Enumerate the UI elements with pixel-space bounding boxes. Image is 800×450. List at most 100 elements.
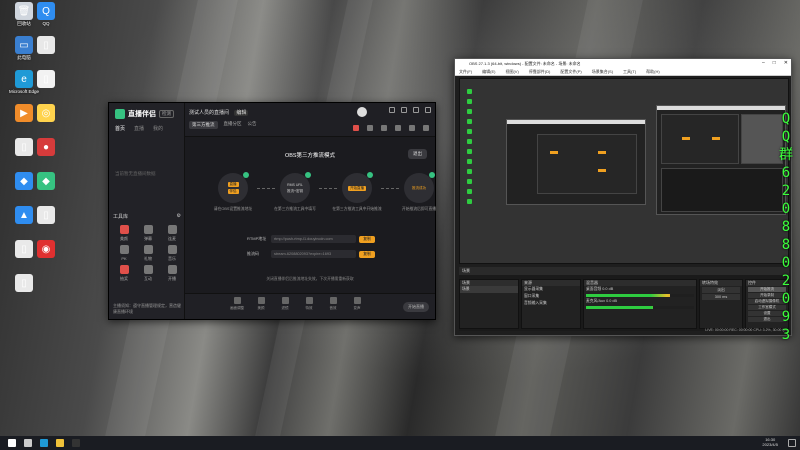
bottom-tool-label: 滤镜 — [281, 306, 289, 310]
menu-item[interactable]: 工具(T) — [623, 68, 636, 75]
obs-preview[interactable] — [459, 78, 789, 264]
taskbar-files-icon[interactable] — [56, 439, 64, 447]
desktop-icon[interactable]: ▯ — [24, 36, 68, 70]
bottom-tool-button[interactable]: 滤镜 — [275, 297, 295, 311]
obs-status-bar: LIVE: 00:00:00 REC: 00:00:00 CPU: 3.2%, … — [705, 328, 787, 332]
menu-item[interactable]: 文件(F) — [459, 68, 472, 75]
announce-label[interactable]: 公告 — [248, 121, 257, 129]
taskbar-start-icon[interactable] — [8, 439, 16, 447]
rtmp-url-label: RTMP地址 — [247, 236, 267, 241]
tool-label: 开播 — [168, 276, 176, 281]
notification-icon[interactable] — [788, 439, 796, 447]
tool-item[interactable]: 礼物 — [137, 245, 159, 262]
dock-tab-scenes[interactable]: 场景 — [462, 268, 470, 273]
step-3-top: 开始直播 — [348, 185, 366, 191]
push-mode-pill[interactable]: 第三方推流 — [189, 121, 218, 129]
maximize-icon[interactable]: □ — [773, 59, 776, 68]
bottom-tool-icon — [305, 297, 313, 304]
rtmp-url-input[interactable]: rtmp://push-rtmp-l1.douyincdn.com — [271, 235, 356, 243]
taskbar-search-icon[interactable] — [24, 439, 32, 447]
minimize-icon[interactable] — [401, 107, 407, 113]
avatar[interactable] — [357, 107, 367, 117]
tool-label: 连麦 — [168, 236, 176, 241]
copy-url-button[interactable]: 复制 — [359, 235, 375, 243]
bell-icon[interactable] — [395, 125, 401, 131]
desktop-icon[interactable]: ▯ — [2, 274, 46, 308]
tab-live[interactable]: 直播 — [134, 125, 144, 132]
desktop-icon[interactable]: ◎ — [24, 104, 68, 138]
tool-item[interactable]: 互动 — [137, 265, 159, 282]
tool-icon — [143, 245, 153, 254]
source-item[interactable]: 音频输入采集 — [522, 300, 580, 307]
window-controls — [389, 107, 431, 113]
maximize-icon[interactable] — [413, 107, 419, 113]
desktop-icon[interactable]: ▯ — [24, 206, 68, 240]
close-icon[interactable]: ✕ — [784, 59, 788, 68]
tool-item[interactable]: 美颜 — [113, 225, 135, 242]
fans-icon[interactable] — [409, 125, 415, 131]
category-label[interactable]: 直播分区 — [224, 121, 242, 129]
tool-item[interactable]: 抽奖 — [113, 265, 135, 282]
scene-item[interactable]: 场景 — [460, 286, 518, 293]
tool-item[interactable]: 连麦 — [161, 225, 183, 242]
desktop-icon[interactable]: ◉ — [24, 240, 68, 274]
chat-icon[interactable] — [381, 125, 387, 131]
overlay-char: 0 — [781, 201, 791, 217]
step-3: 开始直播 在第三方推流工具中开始推流 — [327, 172, 387, 212]
minimize-icon[interactable]: – — [762, 59, 765, 68]
tool-item[interactable]: 弹幕 — [137, 225, 159, 242]
transition-duration[interactable]: 300 ms — [702, 294, 740, 300]
desktop-icon[interactable]: ● — [24, 138, 68, 172]
bottom-tool-label: 变声 — [353, 306, 361, 310]
taskbar-clock[interactable]: 16:30 2023/4/5 — [762, 437, 778, 447]
version-badge[interactable]: 检测 — [159, 110, 174, 118]
copy-key-button[interactable]: 复制 — [359, 250, 375, 258]
stream-key-input[interactable]: stream-6208802093?expire=1693 — [271, 250, 356, 258]
desktop-icon[interactable]: ▯ — [24, 70, 68, 104]
gift-icon[interactable] — [353, 125, 359, 131]
tool-item[interactable]: PK — [113, 245, 135, 261]
tab-home[interactable]: 首页 — [115, 125, 125, 132]
menu-item[interactable]: 场景集合(S) — [592, 68, 613, 75]
tab-mine[interactable]: 我的 — [153, 125, 163, 132]
obs-mode-panel: OBS第三方推流模式 退出 直播 伴侣 请在OBS设置推流地址 RMS URL … — [185, 137, 436, 293]
transition-select[interactable]: 淡出 — [702, 287, 740, 293]
tool-item[interactable]: 开播 — [161, 265, 183, 282]
start-live-button[interactable]: 开始直播 — [403, 302, 429, 312]
menu-item[interactable]: 停靠部件(D) — [529, 68, 551, 75]
bottom-tool-label: 美颜 — [257, 306, 265, 310]
bottom-tool-button[interactable]: 特效 — [299, 297, 319, 311]
source-item[interactable]: 窗口采集 — [522, 293, 580, 300]
bottom-tool-button[interactable]: 美颜 — [251, 297, 271, 311]
source-item[interactable]: 显示器采集 — [522, 286, 580, 293]
scenes-dock: 场景 场景 — [459, 279, 519, 329]
room-edit-tag[interactable]: 编辑 — [234, 110, 249, 116]
preview-nested-companion — [661, 114, 739, 164]
exit-button[interactable]: 退出 — [408, 149, 427, 159]
mixer-dock: 混音器 桌面音频 0.0 dB 麦克风/Aux 0.0 dB — [583, 279, 697, 329]
taskbar-obs-icon[interactable] — [72, 439, 80, 447]
close-icon[interactable] — [425, 107, 431, 113]
app-icon: ▯ — [37, 36, 55, 54]
menu-item[interactable]: 配置文件(P) — [560, 68, 581, 75]
share-icon[interactable] — [423, 125, 429, 131]
bottom-tool-button[interactable]: 变声 — [347, 297, 367, 311]
tools-title: 工具库 — [113, 214, 129, 220]
settings-icon[interactable] — [389, 107, 395, 113]
menu-item[interactable]: 编辑(E) — [482, 68, 495, 75]
desktop-icon[interactable]: Q QQ — [24, 2, 68, 36]
user-icon[interactable] — [367, 125, 373, 131]
scene-collection-bar: 场景 — [459, 267, 789, 275]
menu-item[interactable]: 视图(V) — [505, 68, 518, 75]
menu-item[interactable]: 帮助(H) — [646, 68, 660, 75]
mixer-channel-label: 麦克风/Aux 0.0 dB — [586, 299, 618, 303]
taskbar-edge-icon[interactable] — [40, 439, 48, 447]
desktop-icon[interactable]: ◆ — [24, 172, 68, 206]
bottom-tool-button[interactable]: 画面调整 — [227, 297, 247, 311]
tools-settings-icon[interactable]: ⚙ — [177, 213, 181, 220]
bottom-tool-button[interactable]: 音效 — [323, 297, 343, 311]
preview-nested-scene — [741, 114, 783, 164]
overlay-char: 9 — [781, 309, 791, 325]
tool-item[interactable]: 音乐 — [161, 245, 183, 262]
app-icon: ◉ — [37, 240, 55, 258]
